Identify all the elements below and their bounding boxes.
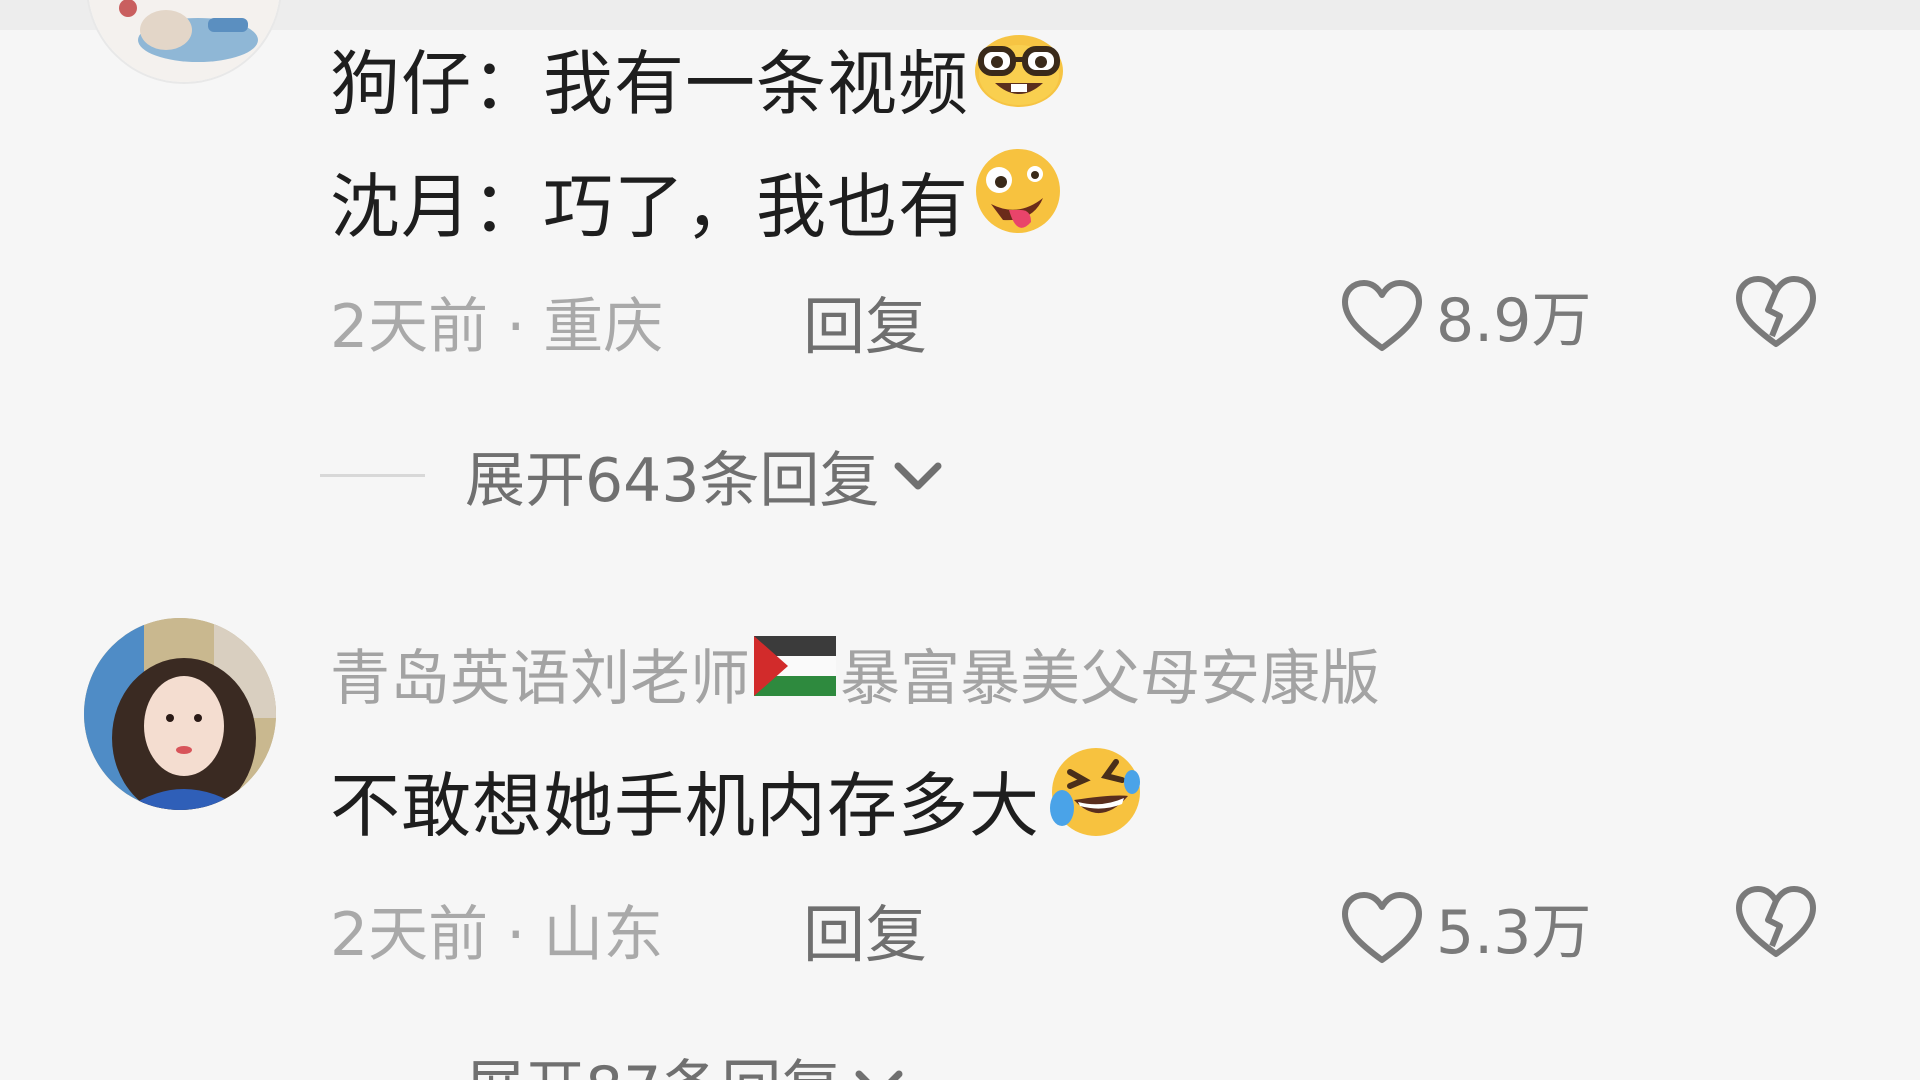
- dislike-button[interactable]: [1734, 884, 1818, 964]
- comment-text: 沈月：巧了，我也有: [330, 166, 969, 248]
- dislike-button[interactable]: [1734, 274, 1818, 354]
- palestine-flag-icon: [754, 636, 836, 711]
- comment-text: 不敢想她手机内存多大: [330, 765, 1040, 847]
- expand-replies-label: 展开643条回复: [465, 446, 880, 516]
- comment-text-line: 沈月：巧了，我也有: [330, 148, 1063, 255]
- avatar-photo-icon: [84, 618, 276, 810]
- avatar[interactable]: [84, 618, 276, 810]
- reply-button[interactable]: 回复: [803, 276, 927, 366]
- comment-text-line: 不敢想她手机内存多大: [330, 742, 1144, 859]
- expand-replies-button[interactable]: 展开643条回复: [320, 432, 946, 519]
- avatar[interactable]: [86, 0, 282, 84]
- broken-heart-icon: [1736, 276, 1816, 347]
- like-button[interactable]: 5.3万: [1340, 884, 1591, 971]
- comment-text: 狗仔：我有一条视频: [330, 43, 969, 125]
- avatar-illustration-icon: [89, 0, 279, 82]
- comment-text-line: 狗仔：我有一条视频: [330, 28, 1065, 129]
- like-button[interactable]: 8.9万: [1340, 272, 1591, 359]
- expand-replies-label: 展开87条回复: [465, 1040, 841, 1080]
- divider-line: [320, 474, 425, 477]
- heart-icon: [1342, 279, 1422, 351]
- comment-username[interactable]: 青岛英语刘老师 暴富暴美父母安康版: [330, 630, 1380, 717]
- chevron-down-icon: [894, 462, 942, 489]
- chevron-down-icon: [855, 1070, 903, 1080]
- comment-meta: 2天前 · 山东: [330, 886, 663, 973]
- top-edge-shadow: [0, 0, 1920, 30]
- reply-button[interactable]: 回复: [803, 884, 927, 974]
- username-text: 青岛英语刘老师: [330, 644, 750, 714]
- comment-location: 重庆: [543, 292, 664, 362]
- like-count: 8.9万: [1436, 286, 1592, 356]
- like-count: 5.3万: [1436, 898, 1592, 968]
- nerd-face-icon: [973, 31, 1065, 126]
- comment-time: 2天前: [330, 292, 489, 362]
- comment-time: 2天前: [330, 900, 489, 970]
- zany-face-icon: [973, 148, 1063, 255]
- meta-separator: ·: [506, 900, 526, 970]
- broken-heart-icon: [1736, 886, 1816, 957]
- comment-meta: 2天前 · 重庆: [330, 278, 663, 365]
- username-text: 暴富暴美父母安康版: [840, 644, 1380, 714]
- expand-replies-button[interactable]: 展开87条回复: [320, 1040, 907, 1080]
- rolling-laughing-face-icon: [1044, 742, 1144, 859]
- heart-icon: [1342, 891, 1422, 963]
- comment-location: 山东: [543, 900, 664, 970]
- meta-separator: ·: [506, 292, 526, 362]
- comment-list: 狗仔：我有一条视频 沈月：巧了，我也有 2天前 · 重庆 回复 8.9万 展开6…: [0, 0, 1920, 1080]
